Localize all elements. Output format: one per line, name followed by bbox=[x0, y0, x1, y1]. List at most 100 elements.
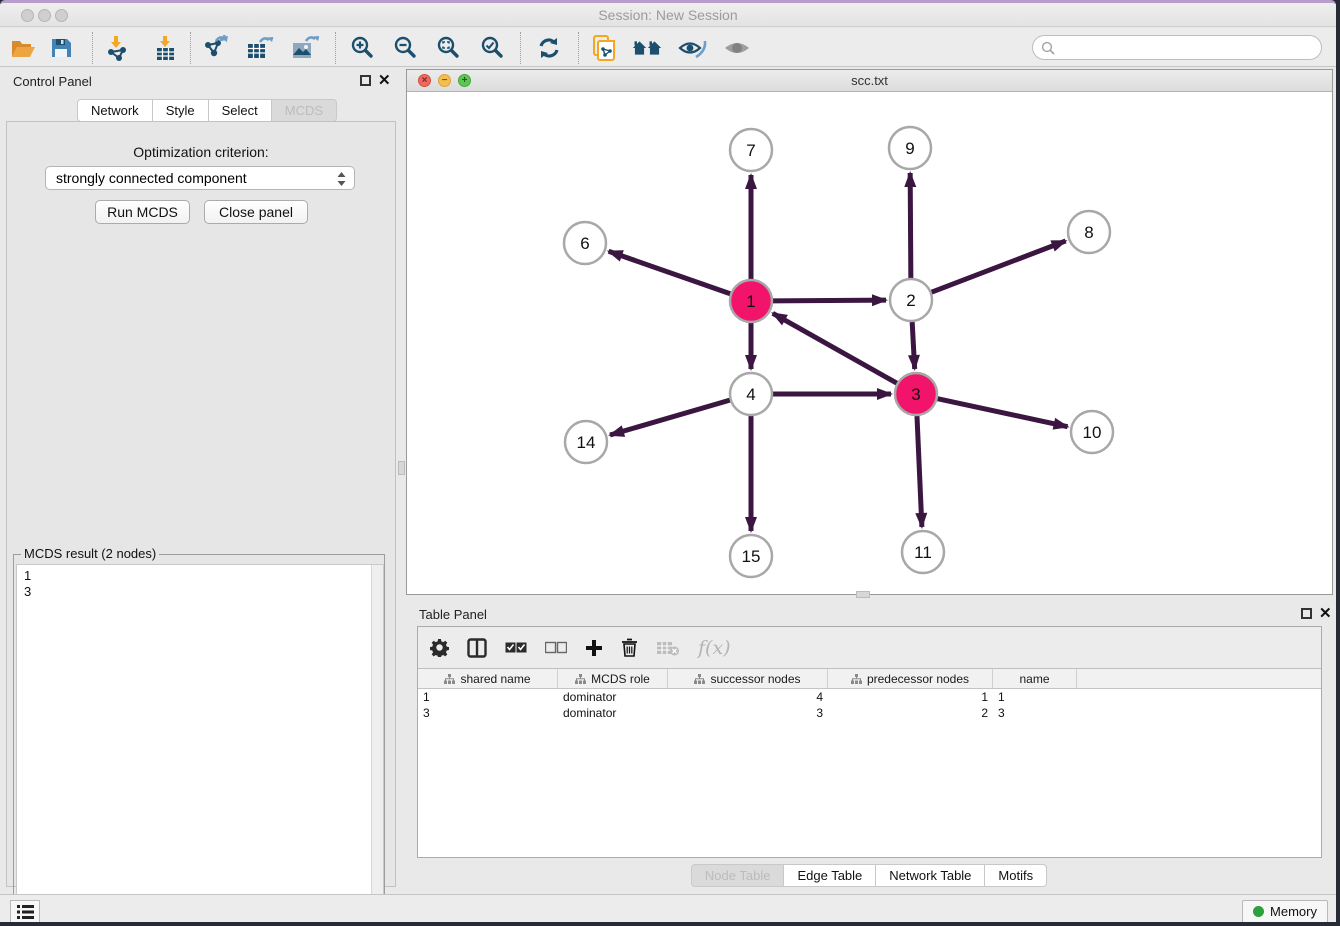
svg-text:10: 10 bbox=[1083, 423, 1102, 442]
node-table[interactable]: shared nameMCDS rolesuccessor nodesprede… bbox=[418, 669, 1321, 857]
mcds-result-title: MCDS result (2 nodes) bbox=[21, 546, 159, 561]
tab-edge-table[interactable]: Edge Table bbox=[784, 864, 876, 887]
node-8[interactable]: 8 bbox=[1068, 211, 1110, 253]
edge-1-6[interactable] bbox=[609, 251, 731, 293]
mcds-result-text: 1 3 bbox=[24, 568, 31, 600]
table-toolbar: f(x) bbox=[418, 627, 1321, 669]
table-row[interactable]: 3dominator323 bbox=[418, 705, 1321, 721]
show-columns-icon[interactable] bbox=[467, 638, 487, 658]
deselect-all-columns-icon[interactable] bbox=[545, 641, 567, 655]
edge-4-14[interactable] bbox=[610, 400, 730, 435]
table-float-panel-icon[interactable] bbox=[1301, 608, 1312, 619]
node-3[interactable]: 3 bbox=[895, 373, 937, 415]
hide-selected-icon[interactable] bbox=[678, 33, 708, 63]
first-neighbors-icon[interactable] bbox=[632, 33, 662, 63]
refresh-icon[interactable] bbox=[534, 33, 564, 63]
tab-select[interactable]: Select bbox=[209, 99, 272, 122]
column-header-predecessor-nodes[interactable]: predecessor nodes bbox=[828, 669, 993, 688]
node-15[interactable]: 15 bbox=[730, 535, 772, 577]
export-network-icon[interactable] bbox=[200, 33, 230, 63]
table-cell[interactable]: 4 bbox=[668, 689, 828, 705]
task-history-button[interactable] bbox=[10, 900, 40, 922]
memory-button[interactable]: Memory bbox=[1242, 900, 1328, 922]
edge-1-2[interactable] bbox=[773, 300, 886, 301]
node-11[interactable]: 11 bbox=[902, 531, 944, 573]
node-7[interactable]: 7 bbox=[730, 129, 772, 171]
network-window-titlebar[interactable]: × − + scc.txt bbox=[407, 70, 1332, 92]
column-header-name[interactable]: name bbox=[993, 669, 1077, 688]
edge-2-3[interactable] bbox=[912, 322, 915, 369]
table-body: 1dominator4113dominator323 bbox=[418, 689, 1321, 721]
svg-text:8: 8 bbox=[1084, 223, 1093, 242]
network-canvas[interactable]: 1 2 3 4 6 7 8 9 10 11 14 15 bbox=[407, 92, 1332, 594]
column-header-MCDS-role[interactable]: MCDS role bbox=[558, 669, 668, 688]
network-graph[interactable]: 1 2 3 4 6 7 8 9 10 11 14 15 bbox=[407, 92, 1332, 594]
table-cell[interactable]: dominator bbox=[558, 689, 668, 705]
edge-3-1[interactable] bbox=[773, 313, 897, 383]
close-panel-button[interactable]: Close panel bbox=[204, 200, 308, 224]
mcds-result-area[interactable]: 1 3 bbox=[16, 564, 384, 922]
zoom-fit-icon[interactable] bbox=[434, 33, 464, 63]
search-field[interactable] bbox=[1059, 40, 1321, 55]
table-settings-gear-icon[interactable] bbox=[430, 638, 449, 657]
tab-mcds[interactable]: MCDS bbox=[272, 99, 337, 122]
table-cell[interactable]: dominator bbox=[558, 705, 668, 721]
column-header-successor-nodes[interactable]: successor nodes bbox=[668, 669, 828, 688]
delete-column-icon[interactable] bbox=[621, 638, 638, 657]
table-cell[interactable]: 1 bbox=[828, 689, 993, 705]
optimization-criterion-label: Optimization criterion: bbox=[7, 144, 395, 160]
edge-2-8[interactable] bbox=[932, 241, 1066, 292]
node-6[interactable]: 6 bbox=[564, 222, 606, 264]
table-cell[interactable]: 3 bbox=[418, 705, 558, 721]
table-cell[interactable]: 3 bbox=[668, 705, 828, 721]
select-all-columns-icon[interactable] bbox=[505, 641, 527, 655]
table-cell[interactable]: 1 bbox=[418, 689, 558, 705]
run-mcds-button[interactable]: Run MCDS bbox=[95, 200, 190, 224]
delete-table-icon bbox=[656, 640, 680, 656]
network-title: scc.txt bbox=[407, 73, 1332, 88]
node-10[interactable]: 10 bbox=[1071, 411, 1113, 453]
import-network-icon[interactable] bbox=[102, 33, 132, 63]
application-window: Session: New Session bbox=[0, 0, 1336, 922]
tab-network[interactable]: Network bbox=[77, 99, 153, 122]
svg-text:9: 9 bbox=[905, 139, 914, 158]
show-all-icon bbox=[722, 33, 752, 63]
node-1[interactable]: 1 bbox=[730, 280, 772, 322]
tab-node-table[interactable]: Node Table bbox=[691, 864, 785, 887]
search-input[interactable] bbox=[1032, 35, 1322, 60]
export-table-icon[interactable] bbox=[245, 33, 275, 63]
node-14[interactable]: 14 bbox=[565, 421, 607, 463]
table-row[interactable]: 1dominator411 bbox=[418, 689, 1321, 705]
horizontal-splitter-handle[interactable] bbox=[856, 591, 870, 598]
table-cell[interactable]: 1 bbox=[993, 689, 1077, 705]
create-column-icon[interactable] bbox=[585, 639, 603, 657]
edge-3-11[interactable] bbox=[917, 416, 922, 527]
open-session-icon[interactable] bbox=[8, 33, 38, 63]
tab-style[interactable]: Style bbox=[153, 99, 209, 122]
table-cell[interactable]: 2 bbox=[828, 705, 993, 721]
edge-3-10[interactable] bbox=[938, 399, 1068, 427]
result-scrollbar[interactable] bbox=[371, 565, 383, 922]
table-close-panel-icon[interactable]: ✕ bbox=[1319, 604, 1332, 622]
edge-2-9[interactable] bbox=[910, 173, 911, 278]
zoom-selected-icon[interactable] bbox=[478, 33, 508, 63]
float-panel-icon[interactable] bbox=[360, 75, 371, 86]
criterion-dropdown[interactable]: strongly connected component bbox=[45, 166, 355, 190]
node-9[interactable]: 9 bbox=[889, 127, 931, 169]
export-image-icon[interactable] bbox=[290, 33, 320, 63]
import-table-icon[interactable] bbox=[150, 33, 180, 63]
control-panel: Control Panel ✕ Network Style Select MCD… bbox=[0, 67, 403, 894]
close-panel-icon[interactable]: ✕ bbox=[378, 71, 391, 89]
tab-network-table[interactable]: Network Table bbox=[876, 864, 985, 887]
column-header-shared-name[interactable]: shared name bbox=[418, 669, 558, 688]
node-2[interactable]: 2 bbox=[890, 279, 932, 321]
table-cell[interactable]: 3 bbox=[993, 705, 1077, 721]
zoom-out-icon[interactable] bbox=[391, 33, 421, 63]
node-4[interactable]: 4 bbox=[730, 373, 772, 415]
svg-text:1: 1 bbox=[746, 292, 755, 311]
vertical-splitter-handle[interactable] bbox=[398, 461, 405, 475]
clone-network-icon[interactable] bbox=[590, 33, 620, 63]
zoom-in-icon[interactable] bbox=[348, 33, 378, 63]
save-session-icon[interactable] bbox=[46, 33, 76, 63]
tab-motifs[interactable]: Motifs bbox=[985, 864, 1047, 887]
